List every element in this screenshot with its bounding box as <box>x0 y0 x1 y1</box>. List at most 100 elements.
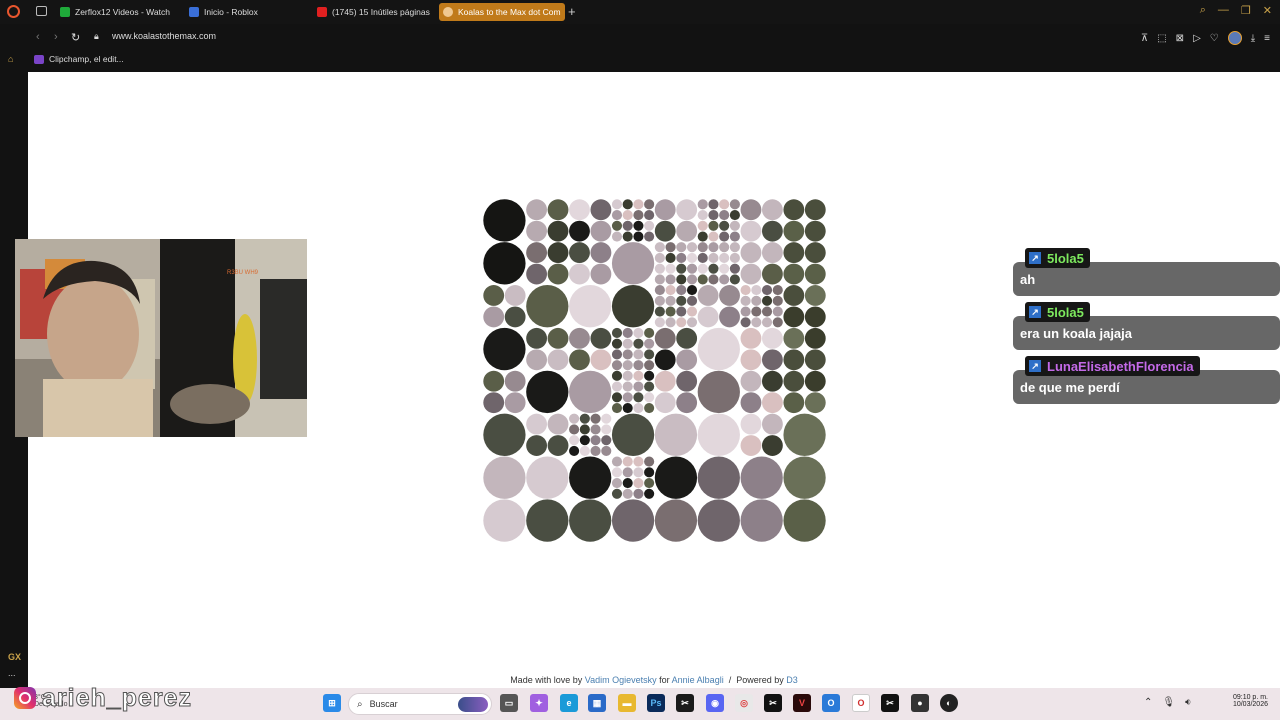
koala-circle[interactable] <box>783 349 805 371</box>
koala-circle[interactable] <box>590 445 601 456</box>
koala-circle[interactable] <box>740 242 762 264</box>
photoshop-icon[interactable]: Ps <box>647 694 665 712</box>
koala-circle[interactable] <box>547 435 569 456</box>
koala-circle[interactable] <box>483 392 505 414</box>
koala-circle[interactable] <box>547 263 569 285</box>
koala-circle[interactable] <box>633 370 644 381</box>
koala-circle[interactable] <box>686 306 698 317</box>
koala-circle[interactable] <box>590 413 601 424</box>
koala-circle[interactable] <box>740 456 783 499</box>
koala-circle[interactable] <box>622 338 633 349</box>
minimize-icon[interactable]: — <box>1218 4 1229 17</box>
koala-circle[interactable] <box>611 488 623 499</box>
app-circle-icon[interactable]: ◐ <box>940 694 958 712</box>
koala-circle[interactable] <box>676 263 687 274</box>
profile-avatar-icon[interactable] <box>1227 31 1242 45</box>
koala-circle[interactable] <box>644 456 655 467</box>
koala-circle[interactable] <box>740 285 751 296</box>
koala-circle[interactable] <box>751 317 762 328</box>
koala-circle[interactable] <box>644 220 655 231</box>
koala-circle[interactable] <box>654 317 665 328</box>
koala-circle[interactable] <box>665 317 676 328</box>
koala-circle[interactable] <box>579 435 590 446</box>
koala-circle[interactable] <box>804 199 826 221</box>
opera-gx-icon[interactable]: O <box>852 694 870 712</box>
koala-circle[interactable] <box>590 435 601 446</box>
pin-icon[interactable]: ⊼ <box>1141 33 1148 44</box>
koala-circle[interactable] <box>526 435 548 456</box>
koala-circle[interactable] <box>761 317 773 328</box>
windows-start-icon[interactable]: ⊞ <box>323 694 341 712</box>
edge-icon[interactable]: e <box>560 694 578 712</box>
koala-circle[interactable] <box>740 435 762 456</box>
koala-circle[interactable] <box>622 456 633 467</box>
shield-icon[interactable]: ⊠ <box>1176 33 1184 44</box>
koala-circle[interactable] <box>483 306 505 328</box>
koala-circle[interactable] <box>719 199 730 210</box>
koala-circle[interactable] <box>633 467 644 478</box>
koala-circle[interactable] <box>611 210 623 221</box>
koala-circle[interactable] <box>761 392 783 414</box>
d3-link[interactable]: D3 <box>786 675 798 685</box>
koala-circle[interactable] <box>622 402 633 414</box>
koala-circle[interactable] <box>547 349 569 371</box>
koala-circle[interactable] <box>729 210 740 221</box>
koala-circle[interactable] <box>719 231 730 242</box>
copilot-icon[interactable]: ✦ <box>530 694 548 712</box>
koala-circle[interactable] <box>761 263 783 285</box>
koala-circle[interactable] <box>676 370 698 392</box>
koala-circle[interactable] <box>665 306 676 317</box>
koala-circle[interactable] <box>708 220 719 231</box>
play-icon[interactable]: ▷ <box>1193 33 1201 44</box>
koala-circle[interactable] <box>526 242 548 264</box>
koala-circle[interactable] <box>654 295 665 306</box>
koala-circle[interactable] <box>697 242 708 253</box>
new-tab-button[interactable]: + <box>568 4 576 19</box>
koala-circle[interactable] <box>622 488 633 499</box>
koala-circle[interactable] <box>569 349 590 371</box>
koala-circle[interactable] <box>686 252 698 264</box>
snapshot-icon[interactable]: ⬚ <box>1157 33 1166 44</box>
koala-circle[interactable] <box>569 285 612 328</box>
chrome-icon[interactable]: ◎ <box>735 694 753 712</box>
koala-circle[interactable] <box>526 285 569 328</box>
koala-circle[interactable] <box>547 199 569 221</box>
koala-circle[interactable] <box>708 242 719 253</box>
koala-circle[interactable] <box>579 413 590 424</box>
koala-circle[interactable] <box>611 220 623 231</box>
koala-circle[interactable] <box>569 445 580 456</box>
koala-circle[interactable] <box>676 392 698 414</box>
koala-circle[interactable] <box>729 220 740 231</box>
store-icon[interactable]: ▦ <box>588 694 606 712</box>
koala-circle[interactable] <box>740 327 762 349</box>
koala-circle[interactable] <box>569 413 580 424</box>
outlook-icon[interactable]: O <box>822 694 840 712</box>
koala-circle[interactable] <box>590 327 612 349</box>
koala-circle[interactable] <box>590 424 601 435</box>
koala-circle[interactable] <box>708 210 719 221</box>
koala-circle[interactable] <box>783 392 805 414</box>
koala-circle[interactable] <box>504 392 526 414</box>
koala-circle[interactable] <box>676 274 687 285</box>
koala-circle[interactable] <box>676 242 687 253</box>
koala-circle[interactable] <box>697 327 740 371</box>
koala-circle[interactable] <box>622 220 633 231</box>
capcut-icon[interactable]: ✂ <box>676 694 694 712</box>
koala-circle[interactable] <box>697 285 719 306</box>
sidebar-more-icon[interactable]: ... <box>8 668 16 678</box>
koala-circle[interactable] <box>633 477 644 489</box>
koala-circle[interactable] <box>644 477 655 489</box>
koala-circle[interactable] <box>644 338 655 349</box>
koala-circle[interactable] <box>761 370 783 392</box>
koala-circle[interactable] <box>622 370 633 381</box>
koala-circle[interactable] <box>761 242 783 264</box>
tab-roblox[interactable]: Inicio - Roblox <box>185 3 303 21</box>
koala-circle[interactable] <box>611 338 623 349</box>
koala-circle[interactable] <box>611 499 655 542</box>
koala-circle[interactable] <box>590 263 612 285</box>
koala-circle[interactable] <box>697 210 708 221</box>
koala-circle[interactable] <box>644 360 655 371</box>
koala-circle[interactable] <box>569 242 590 264</box>
koala-circle[interactable] <box>719 285 740 306</box>
koala-circle[interactable] <box>665 274 676 285</box>
